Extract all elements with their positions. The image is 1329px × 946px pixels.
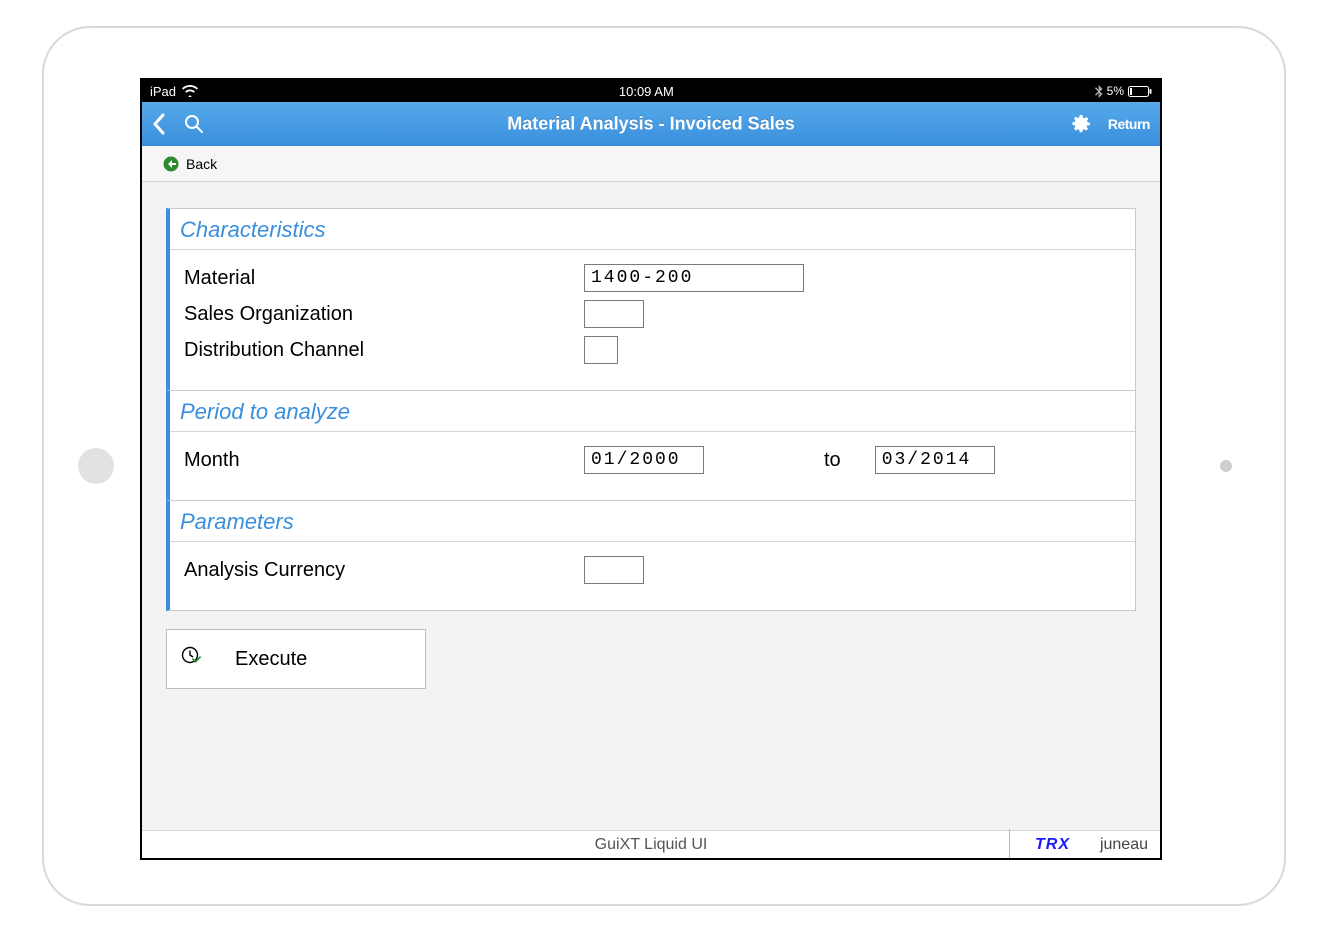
footer-server: juneau — [1100, 836, 1148, 854]
panel-parameters: Parameters Analysis Currency — [166, 501, 1136, 611]
battery-icon — [1128, 86, 1152, 97]
footer-product: GuiXT Liquid UI — [595, 836, 708, 854]
material-input[interactable] — [584, 264, 804, 292]
home-button[interactable] — [78, 448, 114, 484]
return-button[interactable]: Return — [1108, 116, 1150, 132]
screen: iPad 10:09 AM 5% — [140, 78, 1162, 860]
month-from-input[interactable] — [584, 446, 704, 474]
execute-button[interactable]: Execute — [166, 629, 426, 689]
currency-input[interactable] — [584, 556, 644, 584]
dist-channel-input[interactable] — [584, 336, 618, 364]
panel-characteristics-title: Characteristics — [170, 209, 1135, 250]
currency-label: Analysis Currency — [184, 559, 584, 582]
ios-statusbar: iPad 10:09 AM 5% — [142, 80, 1160, 102]
panel-parameters-title: Parameters — [170, 501, 1135, 542]
gear-icon[interactable] — [1070, 113, 1092, 135]
dist-channel-label: Distribution Channel — [184, 339, 584, 362]
footer-trx[interactable]: TRX — [1035, 836, 1070, 854]
wifi-icon — [182, 85, 198, 97]
bluetooth-icon — [1095, 85, 1103, 98]
panel-characteristics: Characteristics Material Sales Organizat… — [166, 208, 1136, 391]
clock-check-icon — [181, 646, 201, 672]
page-title: Material Analysis - Invoiced Sales — [507, 114, 794, 135]
footer-bar: GuiXT Liquid UI TRX juneau — [142, 830, 1160, 858]
back-globe-icon[interactable] — [162, 155, 180, 173]
sub-toolbar: Back — [142, 146, 1160, 182]
execute-label: Execute — [235, 648, 307, 671]
search-icon[interactable] — [184, 114, 204, 134]
camera-dot — [1220, 460, 1232, 472]
content-area: Characteristics Material Sales Organizat… — [142, 182, 1160, 830]
material-label: Material — [184, 267, 584, 290]
panel-period: Period to analyze Month to — [166, 391, 1136, 501]
app-navbar: Material Analysis - Invoiced Sales Retur… — [142, 102, 1160, 146]
month-label: Month — [184, 449, 584, 472]
back-button[interactable]: Back — [186, 156, 217, 172]
month-to-input[interactable] — [875, 446, 995, 474]
panel-period-title: Period to analyze — [170, 391, 1135, 432]
sales-org-input[interactable] — [584, 300, 644, 328]
statusbar-time: 10:09 AM — [619, 84, 674, 99]
to-label: to — [824, 449, 841, 472]
carrier-label: iPad — [150, 84, 176, 99]
footer-divider — [1009, 829, 1010, 858]
back-chevron-icon[interactable] — [152, 113, 166, 135]
sales-org-label: Sales Organization — [184, 303, 584, 326]
ipad-frame: iPad 10:09 AM 5% — [42, 26, 1286, 906]
battery-percent: 5% — [1107, 84, 1124, 98]
